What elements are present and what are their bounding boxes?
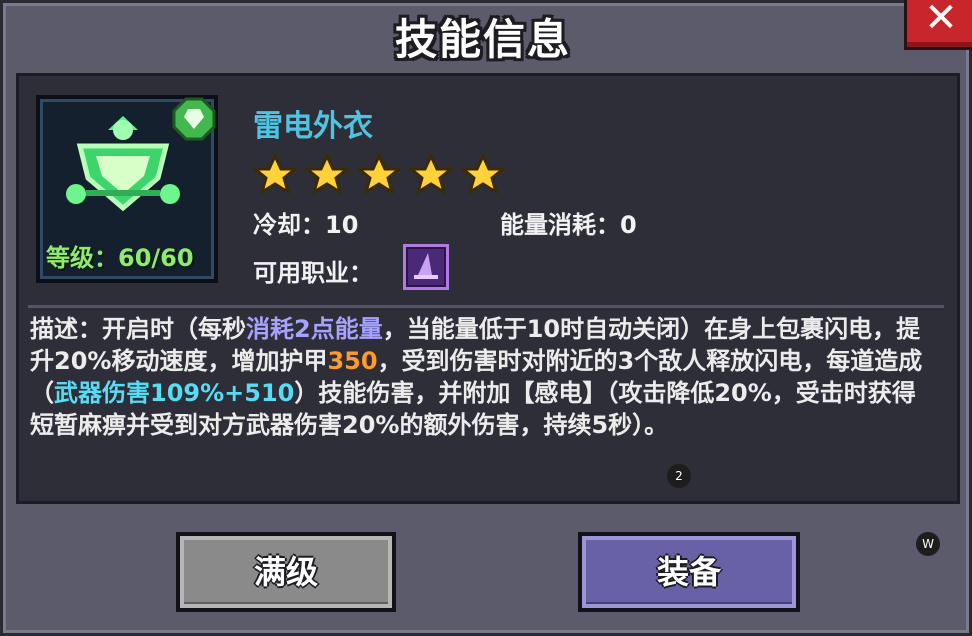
energy-value: 0: [620, 211, 637, 239]
wizard-hat-glyph: [414, 253, 438, 279]
energy-cost-stat: 能量消耗：0: [500, 205, 637, 240]
w-badge: W: [916, 532, 940, 556]
section-divider: [28, 305, 944, 308]
lightning-shield-icon: [66, 116, 180, 212]
star-icon: [461, 154, 505, 194]
page-badge: 2: [667, 464, 691, 488]
star-rating: [253, 154, 505, 194]
cooldown-label: 冷却：: [253, 211, 325, 239]
description-highlight-damage: 武器伤害109%+510: [54, 379, 295, 407]
close-icon: ✕: [924, 0, 958, 41]
star-icon: [409, 154, 453, 194]
close-button[interactable]: ✕: [904, 0, 972, 50]
class-label: 可用职业：: [253, 259, 373, 287]
description-highlight-armor: 350: [327, 347, 378, 375]
quality-gem-icon: [172, 97, 216, 141]
dialog-title: 技能信息: [394, 15, 571, 64]
skill-description: 描述：开启时（每秒消耗2点能量，当能量低于10时自动关闭）在身上包裹闪电，提升2…: [30, 313, 930, 441]
description-highlight-energy: 消耗2点能量: [246, 315, 383, 343]
max-level-button[interactable]: 满级: [176, 532, 396, 612]
star-icon: [253, 154, 297, 194]
cooldown-stat: 冷却：10: [253, 205, 358, 240]
star-icon: [357, 154, 401, 194]
equip-button[interactable]: 装备: [578, 532, 800, 612]
wizard-hat-icon[interactable]: [403, 244, 449, 290]
skill-level: 等级：60/60: [46, 244, 194, 272]
skill-name: 雷电外衣: [253, 109, 373, 144]
cooldown-value: 10: [325, 211, 359, 239]
energy-label: 能量消耗：: [500, 211, 620, 239]
description-text-1: 描述：开启时（每秒: [30, 315, 246, 343]
star-icon: [305, 154, 349, 194]
